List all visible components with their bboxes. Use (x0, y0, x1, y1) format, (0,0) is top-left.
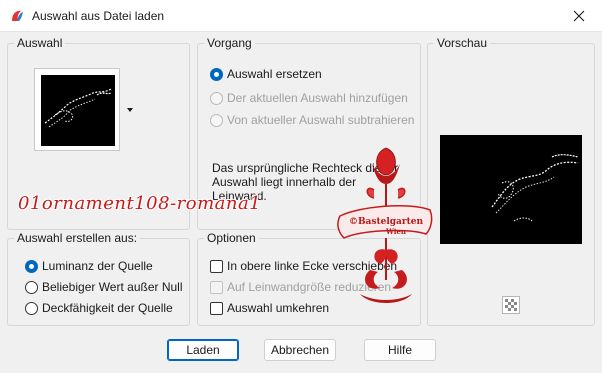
radio-luminanz[interactable]: Luminanz der Quelle (25, 259, 153, 273)
radio-label: Der aktuellen Auswahl hinzufügen (227, 91, 408, 105)
thumbnail-image (41, 75, 115, 146)
chevron-down-icon[interactable] (126, 107, 134, 113)
radio-label: Luminanz der Quelle (42, 259, 153, 273)
auswahl-legend: Auswahl (14, 35, 66, 51)
close-button[interactable] (556, 0, 602, 32)
checkerboard-icon[interactable] (502, 296, 520, 314)
radio-beliebiger-wert[interactable]: Beliebiger Wert außer Null (25, 280, 183, 294)
laden-button[interactable]: Laden (167, 339, 239, 361)
erstellen-group: Auswahl erstellen aus: Luminanz der Quel… (7, 230, 190, 326)
radio-button[interactable] (210, 91, 223, 105)
vorschau-group: Vorschau (427, 35, 595, 326)
radio-label: Deckfähigkeit der Quelle (42, 301, 173, 315)
radio-auswahl-hinzufuegen[interactable]: Der aktuellen Auswahl hinzufügen (210, 91, 408, 105)
radio-label: Auswahl ersetzen (227, 67, 322, 81)
checkbox[interactable] (210, 259, 223, 273)
abbrechen-button[interactable]: Abbrechen (264, 339, 336, 361)
checkbox-label: Auswahl umkehren (227, 301, 330, 315)
bastelgarten-stamp: ©Bastelgarten Wien (337, 147, 433, 303)
optionen-legend: Optionen (204, 230, 259, 246)
hilfe-button[interactable]: Hilfe (364, 339, 436, 361)
radio-auswahl-ersetzen[interactable]: Auswahl ersetzen (210, 67, 322, 81)
radio-button[interactable] (25, 280, 38, 294)
radio-button[interactable] (25, 301, 38, 315)
stamp-text-2: Wien (385, 227, 406, 236)
erstellen-legend: Auswahl erstellen aus: (14, 230, 141, 246)
watermark-text: 01ornament108-romana1 (18, 193, 262, 214)
close-icon (573, 10, 585, 22)
radio-label: Von aktueller Auswahl subtrahieren (227, 113, 415, 127)
radio-auswahl-subtrahieren[interactable]: Von aktueller Auswahl subtrahieren (210, 113, 414, 127)
check-auswahl-umkehren[interactable]: Auswahl umkehren (210, 301, 329, 315)
dialog-client: Auswahl Vorgang Auswahl ersetzen Der akt… (0, 32, 602, 373)
ornament-thumbnail (44, 88, 112, 128)
radio-deckfaehigkeit[interactable]: Deckfähigkeit der Quelle (25, 301, 173, 315)
vorschau-legend: Vorschau (434, 35, 491, 51)
paintshop-pro-icon (12, 10, 23, 21)
selection-thumbnail[interactable] (34, 68, 120, 151)
vorgang-legend: Vorgang (204, 35, 255, 51)
title-bar: Auswahl aus Datei laden (0, 0, 602, 32)
preview-image (440, 135, 582, 244)
radio-button[interactable] (210, 113, 223, 127)
window-title: Auswahl aus Datei laden (32, 9, 165, 23)
stamp-text-1: ©Bastelgarten (349, 217, 424, 227)
radio-button[interactable] (210, 67, 223, 81)
ornament-preview (491, 154, 579, 222)
radio-label: Beliebiger Wert außer Null (42, 280, 183, 294)
checkbox[interactable] (210, 301, 223, 315)
radio-button[interactable] (25, 259, 38, 273)
checkbox[interactable] (210, 280, 223, 294)
